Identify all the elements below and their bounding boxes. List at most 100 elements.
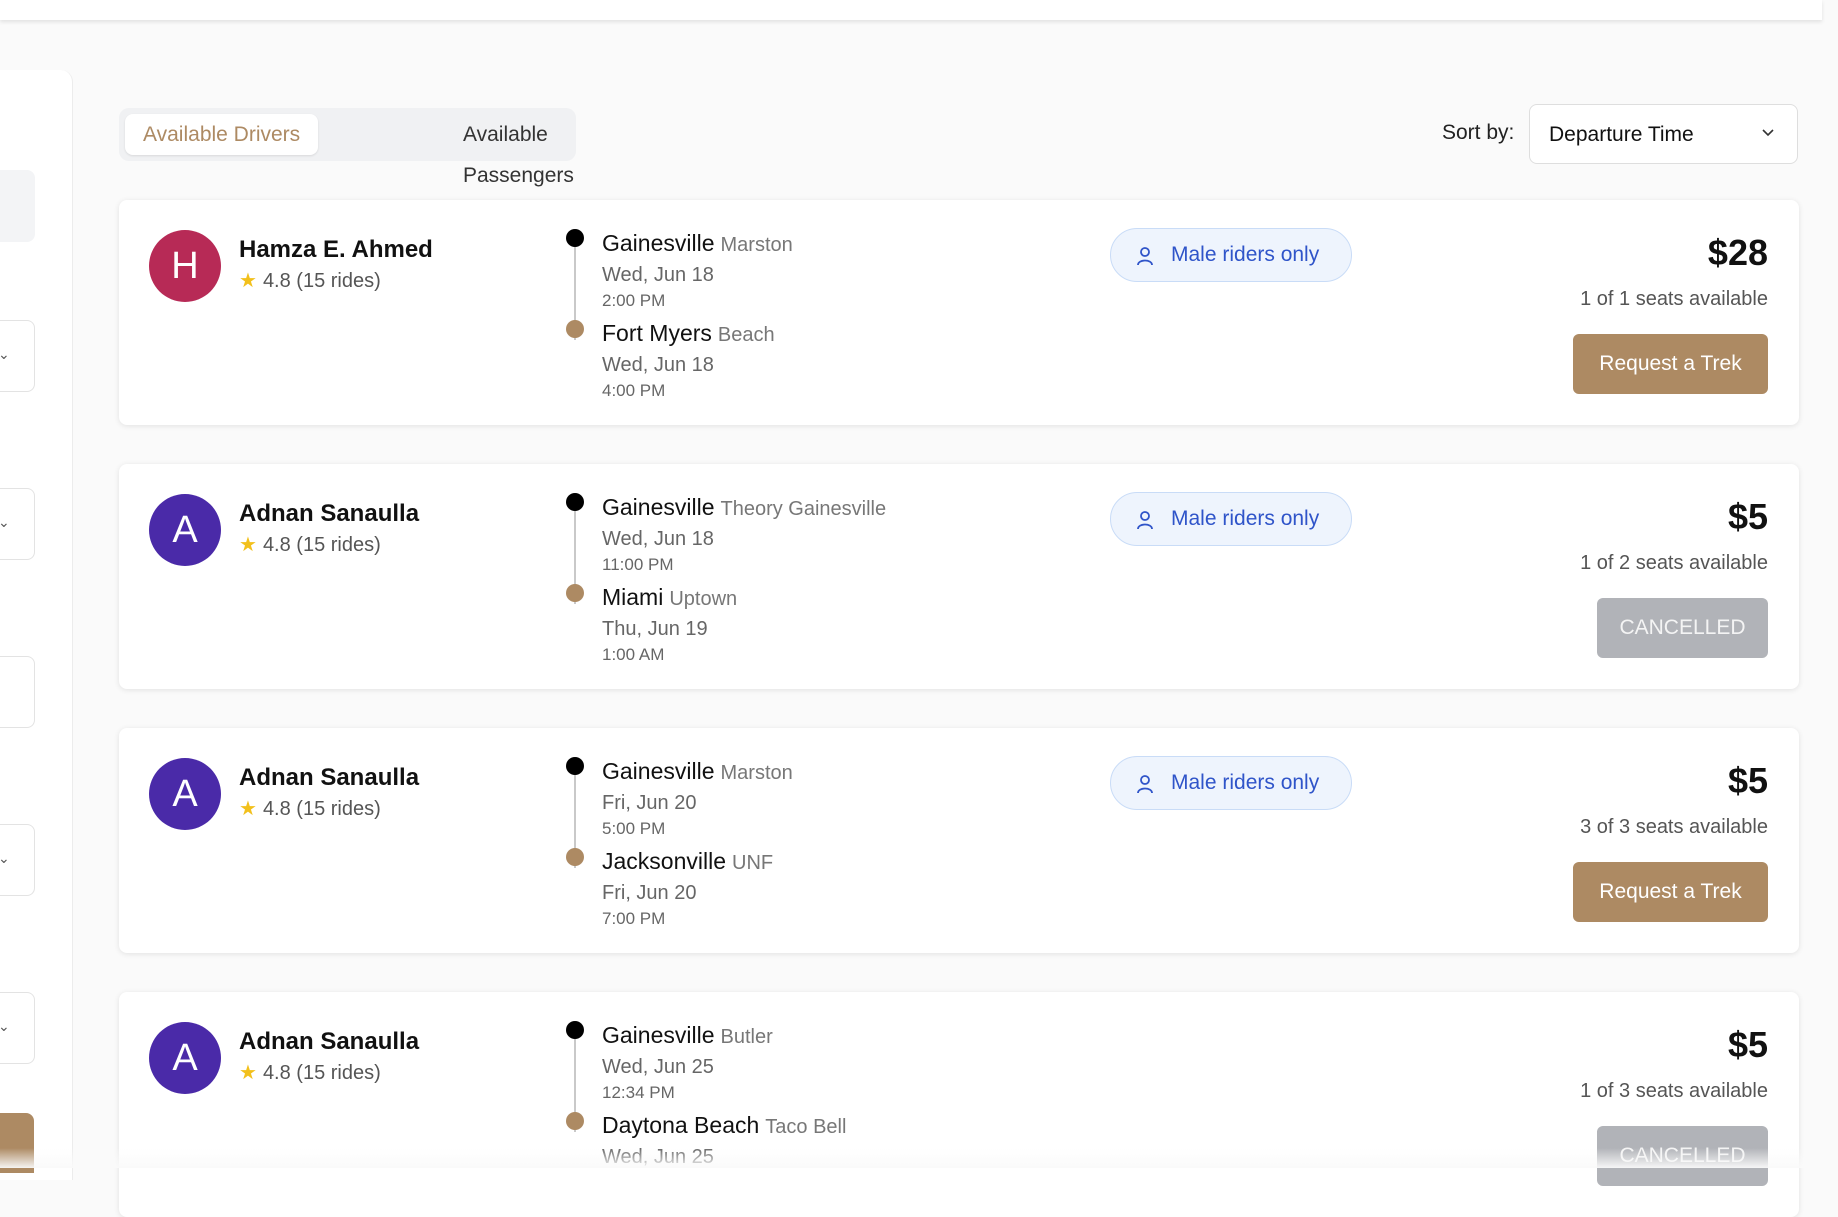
origin-time: 11:00 PM — [602, 555, 674, 574]
destination-location: Beach — [717, 324, 775, 346]
top-navbar — [0, 0, 1822, 20]
request-trek-button[interactable]: Request a Trek — [1573, 862, 1768, 922]
origin-stop: Gainesville Marston Fri, Jun 20 5:00 PM — [602, 758, 793, 839]
destination-dot-icon — [566, 584, 584, 602]
origin-time: 5:00 PM — [602, 819, 666, 838]
destination-location: Uptown — [669, 588, 738, 610]
origin-stop: Gainesville Butler Wed, Jun 25 12:34 PM — [602, 1022, 773, 1103]
sort-value: Departure Time — [1549, 123, 1694, 146]
origin-date: Wed, Jun 25 — [602, 1056, 714, 1078]
request-trek-button[interactable]: Request a Trek — [1573, 334, 1768, 394]
driver-name: Adnan Sanaulla — [239, 764, 420, 791]
origin-location: Theory Gainesville — [720, 498, 887, 520]
driver-rating: ★ 4.8 (15 rides) — [239, 1062, 381, 1084]
avatar: A — [149, 494, 221, 566]
seats-available: 1 of 2 seats available — [1580, 552, 1768, 574]
sidebar-filter-select-4[interactable]: ⌄ — [0, 992, 35, 1064]
destination-date: Wed, Jun 18 — [602, 354, 714, 376]
origin-dot-icon — [566, 1021, 584, 1039]
destination-city: Miami — [602, 584, 664, 610]
rider-preference-badge: Male riders only — [1110, 492, 1352, 546]
destination-stop: Fort Myers Beach Wed, Jun 18 4:00 PM — [602, 320, 775, 401]
avatar: H — [149, 230, 221, 302]
ride-type-tabs: Available Drivers Available Passengers — [119, 108, 576, 187]
ride-price: $28 — [1707, 232, 1768, 273]
avatar: A — [149, 1022, 221, 1094]
sort-select[interactable]: Departure Time — [1529, 104, 1798, 164]
origin-location: Marston — [720, 234, 793, 256]
seats-available: 1 of 1 seats available — [1580, 288, 1768, 310]
ride-card[interactable]: H Hamza E. Ahmed ★ 4.8 (15 rides) Gainesvill… — [119, 200, 1799, 425]
rider-preference-badge: Male riders only — [1110, 756, 1352, 810]
user-icon — [1137, 511, 1153, 530]
destination-time: 4:00 PM — [602, 381, 666, 400]
tab-available-drivers[interactable]: Available Drivers — [125, 114, 319, 155]
destination-city: Daytona Beach — [602, 1112, 760, 1138]
star-icon: ★ — [239, 798, 257, 820]
sidebar-filter-input[interactable] — [0, 656, 35, 728]
origin-city: Gainesville — [602, 494, 715, 520]
origin-dot-icon — [566, 757, 584, 775]
sidebar-filter-select-2[interactable]: ⌄ — [0, 488, 35, 560]
ride-price: $5 — [1727, 760, 1768, 801]
chevron-down-icon: ⌄ — [0, 850, 10, 866]
tab-available-passengers[interactable]: Available Passengers — [463, 114, 576, 187]
origin-date: Fri, Jun 20 — [602, 792, 697, 814]
chevron-down-icon — [1762, 129, 1774, 137]
origin-city: Gainesville — [602, 758, 715, 784]
origin-city: Gainesville — [602, 1022, 715, 1048]
bottom-fade — [0, 1148, 1822, 1168]
origin-date: Wed, Jun 18 — [602, 528, 714, 550]
chevron-down-icon: ⌄ — [0, 1018, 10, 1034]
destination-dot-icon — [566, 848, 584, 866]
ride-card[interactable]: A Adnan Sanaulla ★ 4.8 (15 rides) Gainesvill… — [119, 728, 1799, 953]
destination-time: 1:00 AM — [602, 645, 665, 664]
origin-dot-icon — [566, 493, 584, 511]
origin-stop: Gainesville Theory Gainesville Wed, Jun 18… — [602, 494, 886, 575]
origin-location: Marston — [720, 762, 793, 784]
destination-city: Jacksonville — [602, 848, 726, 874]
chevron-down-icon: ⌄ — [0, 346, 10, 362]
preference-label: Male riders only — [1171, 507, 1320, 530]
preference-label: Male riders only — [1171, 771, 1320, 794]
sidebar-filter-select-1[interactable]: ⌄ — [0, 320, 35, 392]
destination-stop: Jacksonville UNF Fri, Jun 20 7:00 PM — [602, 848, 773, 929]
origin-stop: Gainesville Marston Wed, Jun 18 2:00 PM — [602, 230, 793, 311]
destination-time: 7:00 PM — [602, 909, 666, 928]
origin-time: 2:00 PM — [602, 291, 666, 310]
seats-available: 3 of 3 seats available — [1580, 816, 1768, 838]
star-icon: ★ — [239, 1062, 257, 1084]
preference-label: Male riders only — [1171, 243, 1320, 266]
seats-available: 1 of 3 seats available — [1580, 1080, 1768, 1102]
origin-time: 12:34 PM — [602, 1083, 675, 1102]
origin-dot-icon — [566, 229, 584, 247]
destination-city: Fort Myers — [602, 320, 712, 346]
ride-card[interactable]: A Adnan Sanaulla ★ 4.8 (15 rides) Gainesvill… — [119, 464, 1799, 689]
filter-sidebar: ⌄ ⌄ ⌄ ⌄ — [0, 70, 73, 1180]
origin-location: Butler — [720, 1026, 773, 1048]
cancelled-status-button: CANCELLED — [1597, 598, 1768, 658]
destination-dot-icon — [566, 1112, 584, 1130]
ride-card[interactable]: A Adnan Sanaulla ★ 4.8 (15 rides) Gainesvill… — [119, 992, 1799, 1217]
destination-date: Fri, Jun 20 — [602, 882, 697, 904]
user-icon — [1137, 775, 1153, 794]
sidebar-filter-select-3[interactable]: ⌄ — [0, 824, 35, 896]
driver-rating: ★ 4.8 (15 rides) — [239, 534, 381, 556]
driver-rating: ★ 4.8 (15 rides) — [239, 798, 381, 820]
sort-label: Sort by: — [1442, 121, 1515, 144]
ride-price: $5 — [1727, 1024, 1768, 1065]
sidebar-search-field[interactable] — [0, 170, 35, 242]
destination-location: Taco Bell — [765, 1116, 847, 1138]
driver-name: Adnan Sanaulla — [239, 500, 420, 527]
avatar: A — [149, 758, 221, 830]
destination-stop: Miami Uptown Thu, Jun 19 1:00 AM — [602, 584, 737, 665]
destination-date: Thu, Jun 19 — [602, 618, 708, 640]
driver-name: Hamza E. Ahmed — [239, 236, 433, 263]
destination-location: UNF — [732, 852, 774, 874]
ride-price: $5 — [1727, 496, 1768, 537]
star-icon: ★ — [239, 270, 257, 292]
star-icon: ★ — [239, 534, 257, 556]
destination-dot-icon — [566, 320, 584, 338]
user-icon — [1137, 247, 1153, 266]
origin-city: Gainesville — [602, 230, 715, 256]
